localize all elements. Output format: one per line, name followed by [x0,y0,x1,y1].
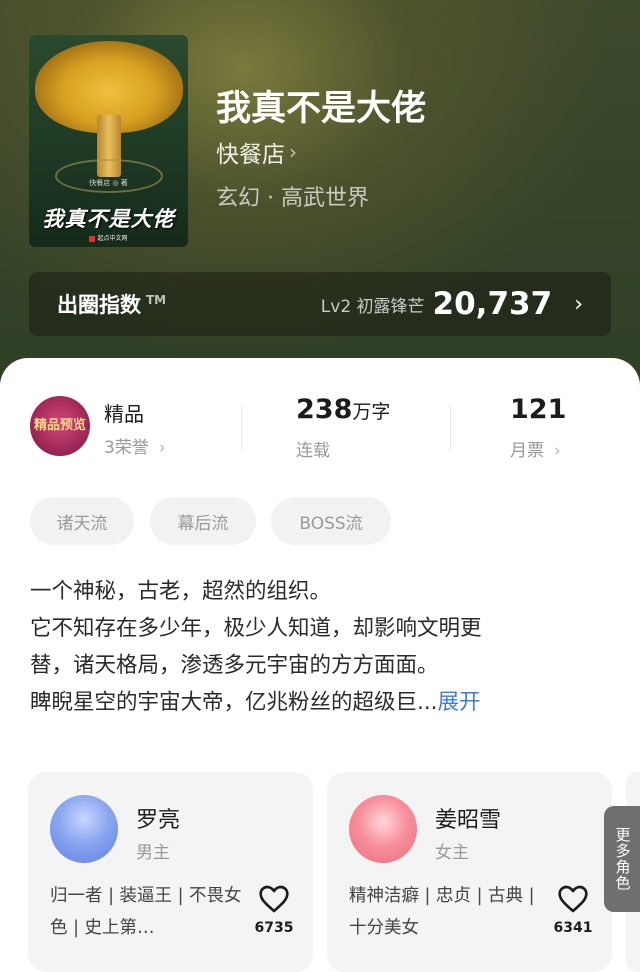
premium-badge-icon[interactable]: 精品预览 [30,396,90,456]
book-detail-sheet: 精品预览 精品 3荣誉 › 238万字 连载 121 月票 › 诸天流 幕后流 BO… [0,358,640,972]
chevron-right-icon: › [554,441,561,461]
honors-link[interactable]: 3荣誉 › [104,433,166,458]
book-title: 我真不是大佬 [216,88,427,129]
character-role: 女主 [435,843,469,863]
character-name: 罗亮 [136,808,181,833]
description-line: 睥睨星空的宇宙大帝，亿兆粉丝的超级巨...展开 [30,690,481,715]
chevron-right-icon: › [158,438,166,458]
book-genre: 玄幻 · 高武世界 [216,186,369,211]
expand-link[interactable]: 展开 [438,690,481,715]
like-count: 6735 [254,920,294,936]
author-link[interactable]: 快餐店 › [216,136,297,168]
description-line: 它不知存在多少年，极少人知道，却影响文明更 [30,616,482,641]
character-name: 姜昭雪 [435,808,502,833]
heart-icon[interactable] [557,884,589,914]
character-tags: 精神洁癖 | 忠贞 | 古典 | 十分美女 [349,886,535,938]
book-cover[interactable]: 快餐店 ◎ 著 我真不是大佬 起点中文网 [29,35,188,247]
word-count: 238万字 [296,394,391,425]
like-count: 6341 [553,920,593,936]
character-avatar [349,795,417,863]
divider [241,406,242,450]
description-line: 一个神秘，古老，超然的组织。 [30,579,332,604]
monthly-votes-link[interactable]: 月票 › [510,436,561,461]
author-name: 快餐店 [216,142,285,168]
book-header: 快餐店 ◎ 著 我真不是大佬 起点中文网 我真不是大佬 快餐店 › 玄幻 · 高… [0,0,640,380]
cover-author: 快餐店 ◎ 著 [89,179,128,187]
tag-chip[interactable]: 幕后流 [150,497,256,545]
influence-index-value: 20,737 [432,286,553,322]
influence-level: Lv2 初露锋芒 [320,296,425,317]
character-avatar [50,795,118,863]
serial-status: 连载 [296,441,330,461]
influence-index-bar[interactable]: 出圈指数 TM Lv2 初露锋芒 20,737 › [29,272,611,336]
influence-index-label: 出圈指数 TM [57,293,167,317]
trademark-mark: TM [146,293,167,307]
character-card[interactable]: 罗亮 男主 归一者 | 装逼王 | 不畏女色 | 史上第… 6735 [28,772,313,972]
badge-art-text: 精品预览 [33,417,86,433]
book-description[interactable]: 一个神秘，古老，超然的组织。 它不知存在多少年，极少人知道，却影响文明更 替，诸… [30,573,606,721]
character-card[interactable]: 姜昭雪 女主 精神洁癖 | 忠贞 | 古典 | 十分美女 6341 [327,772,612,972]
character-tags: 归一者 | 装逼王 | 不畏女色 | 史上第… [50,886,242,938]
tag-chip[interactable]: BOSS流 [271,497,391,545]
heart-icon[interactable] [258,884,290,914]
description-line: 替，诸天格局，渗透多元宇宙的方方面面。 [30,653,439,678]
more-roles-button[interactable]: 更多角色 [604,806,640,912]
cover-publisher: 起点中文网 [29,233,188,242]
chevron-right-icon: › [289,140,297,164]
cover-title-art: 我真不是大佬 [42,206,175,231]
tag-chip[interactable]: 诸天流 [30,497,134,545]
character-role: 男主 [136,843,170,863]
badge-title: 精品 [104,402,144,426]
divider [450,406,451,450]
monthly-votes-count: 121 [510,394,567,425]
chevron-right-icon: › [574,291,583,317]
